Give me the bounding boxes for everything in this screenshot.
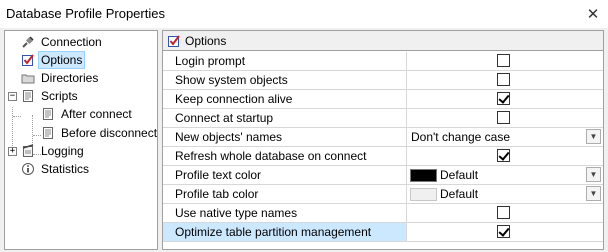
- close-button[interactable]: ✕: [578, 0, 608, 28]
- title-bar: Database Profile Properties ✕: [0, 0, 608, 29]
- tree-line: [33, 135, 41, 136]
- info-icon: [21, 162, 35, 176]
- option-name: Use native type names: [163, 204, 407, 222]
- option-row-login-prompt: Login prompt: [163, 52, 603, 71]
- profile-tab-color-select[interactable]: Default ▼: [407, 185, 603, 203]
- category-tree: Connection Options Directories − Scripts: [4, 30, 158, 250]
- tree-item-label: Directories: [41, 71, 99, 85]
- option-row-show-system-objects: Show system objects: [163, 71, 603, 90]
- checkbox-icon: [21, 53, 35, 67]
- script-icon: [41, 107, 55, 121]
- window-title: Database Profile Properties: [6, 6, 165, 21]
- optimize-table-partition-checkbox[interactable]: [497, 225, 510, 238]
- refresh-whole-database-checkbox[interactable]: [497, 149, 510, 162]
- tree-item-label: Logging: [41, 144, 84, 158]
- new-objects-names-select[interactable]: Don't change case ▼: [407, 128, 603, 146]
- option-row-use-native-type-names: Use native type names: [163, 204, 603, 223]
- option-name: Profile tab color: [163, 185, 407, 203]
- panel-title: Options: [185, 33, 227, 48]
- plug-icon: [21, 35, 35, 49]
- check-mark-icon: [498, 225, 510, 237]
- option-row-optimize-table-partition: Optimize table partition management: [163, 223, 603, 242]
- option-name: Optimize table partition management: [163, 223, 407, 241]
- collapse-toggle[interactable]: −: [8, 92, 17, 101]
- expand-toggle[interactable]: +: [8, 147, 17, 156]
- chevron-down-icon[interactable]: ▼: [586, 186, 601, 201]
- tree-item-label: Before disconnect: [61, 126, 158, 140]
- option-row-keep-connection-alive: Keep connection alive: [163, 90, 603, 109]
- option-name: Show system objects: [163, 71, 407, 89]
- tree-item-scripts[interactable]: Scripts: [21, 87, 80, 105]
- chevron-down-icon[interactable]: ▼: [586, 167, 601, 182]
- check-mark-icon: [498, 149, 510, 161]
- folder-icon: [21, 71, 35, 85]
- option-name: Keep connection alive: [163, 90, 407, 108]
- login-prompt-checkbox[interactable]: [497, 54, 510, 67]
- option-name: Refresh whole database on connect: [163, 147, 407, 165]
- tree-item-before-disconnect[interactable]: Before disconnect: [41, 124, 159, 142]
- color-swatch: [410, 187, 437, 201]
- option-row-profile-tab-color: Profile tab color Default ▼: [163, 185, 603, 204]
- script-icon: [21, 89, 35, 103]
- tree-item-label: Connection: [41, 35, 102, 49]
- log-icon: [21, 144, 35, 158]
- tree-item-label: Scripts: [41, 89, 78, 103]
- option-row-profile-text-color: Profile text color Default ▼: [163, 166, 603, 185]
- tree-line: [13, 116, 21, 117]
- script-icon: [41, 126, 55, 140]
- tree-item-connection[interactable]: Connection: [21, 33, 104, 51]
- options-grid: Login prompt Show system objects Keep co…: [163, 52, 603, 242]
- show-system-objects-checkbox[interactable]: [497, 73, 510, 86]
- panel-header: Options: [163, 31, 603, 51]
- close-icon: ✕: [586, 6, 600, 23]
- tree-item-statistics[interactable]: Statistics: [21, 160, 91, 178]
- checkbox-icon: [167, 34, 181, 48]
- option-name: Connect at startup: [163, 109, 407, 127]
- check-mark-icon: [498, 92, 510, 104]
- option-row-connect-at-startup: Connect at startup: [163, 109, 603, 128]
- options-panel: Options Login prompt Show system objects…: [162, 30, 604, 250]
- tree-item-label: After connect: [61, 107, 132, 121]
- keep-connection-alive-checkbox[interactable]: [497, 92, 510, 105]
- dialog-client: Connection Options Directories − Scripts: [0, 28, 608, 252]
- tree-item-after-connect[interactable]: After connect: [41, 105, 134, 123]
- connect-at-startup-checkbox[interactable]: [497, 111, 510, 124]
- select-value: Default: [440, 168, 479, 182]
- option-row-refresh-whole-database: Refresh whole database on connect: [163, 147, 603, 166]
- tree-item-options[interactable]: Options: [21, 51, 86, 69]
- tree-item-label: Options: [37, 51, 86, 69]
- option-name: Profile text color: [163, 166, 407, 184]
- option-row-new-objects-names: New objects' names Don't change case ▼: [163, 128, 603, 147]
- tree-item-logging[interactable]: Logging: [21, 142, 86, 160]
- profile-text-color-select[interactable]: Default ▼: [407, 166, 603, 184]
- tree-item-label: Statistics: [41, 162, 90, 176]
- color-swatch: [410, 168, 437, 182]
- select-value: Don't change case: [411, 130, 511, 144]
- option-name: Login prompt: [163, 52, 407, 70]
- select-value: Default: [440, 187, 479, 201]
- tree-item-directories[interactable]: Directories: [21, 69, 100, 87]
- chevron-down-icon[interactable]: ▼: [586, 129, 601, 144]
- use-native-type-names-checkbox[interactable]: [497, 206, 510, 219]
- option-name: New objects' names: [163, 128, 407, 146]
